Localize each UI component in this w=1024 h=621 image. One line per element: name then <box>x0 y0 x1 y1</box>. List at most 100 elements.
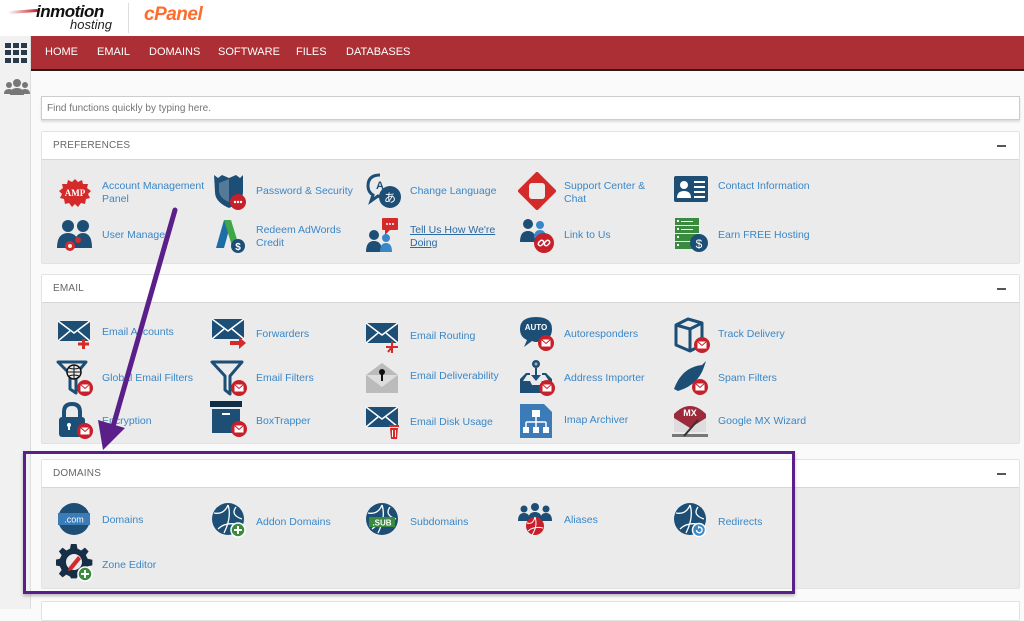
nav-files[interactable]: FILES <box>296 36 327 69</box>
item-label: Change Language <box>410 185 497 197</box>
item-label: Contact Information <box>718 180 810 192</box>
item-label: Aliases <box>564 514 598 526</box>
svg-text:AUTO: AUTO <box>525 323 548 332</box>
item-label: Password & Security <box>256 185 353 197</box>
item-user-manager[interactable]: User Manager <box>56 216 206 256</box>
nav-databases[interactable]: DATABASES <box>346 36 410 69</box>
item-autoresponders[interactable]: AUTO Autoresponders <box>518 315 668 355</box>
email-routing-icon <box>365 322 399 353</box>
amp-icon: AMP <box>59 179 91 207</box>
apps-grid-icon[interactable] <box>4 42 27 64</box>
item-email-routing[interactable]: Email Routing <box>364 319 514 359</box>
email-disk-icon <box>365 406 399 439</box>
item-google-mx-wizard[interactable]: MX Google MX Wizard <box>672 402 822 442</box>
item-email-accounts[interactable]: Email Accounts <box>56 315 206 355</box>
item-forwarders[interactable]: Forwarders <box>210 315 360 355</box>
item-redeem-adwords-credit[interactable]: $ Redeem AdWords Credit <box>210 216 360 256</box>
item-earn-free-hosting[interactable]: $ Earn FREE Hosting <box>672 216 822 256</box>
panel-header[interactable]: PREFERENCES <box>42 132 1019 160</box>
feedback-icon <box>366 218 398 252</box>
panel-title: EMAIL <box>53 283 85 294</box>
logo-text-hosting: hosting <box>70 17 112 32</box>
item-contact-information[interactable]: Contact Information <box>672 172 822 212</box>
item-label: Domains <box>102 514 144 526</box>
filter-icon <box>210 360 247 396</box>
globe-add-icon <box>212 503 246 538</box>
search-input[interactable] <box>41 96 1020 120</box>
item-email-deliverability[interactable]: Email Deliverability <box>364 359 514 399</box>
item-label: Email Accounts <box>102 326 174 338</box>
collapse-icon[interactable] <box>997 473 1006 475</box>
global-filter-icon <box>56 360 93 396</box>
item-link-to-us[interactable]: Link to Us <box>518 216 668 256</box>
item-change-language[interactable]: A あ Change Language <box>364 172 514 212</box>
domains-panel: DOMAINS .com Domains Addon Domains .SUB … <box>41 459 1020 589</box>
logo-swoosh <box>8 8 38 15</box>
item-label: Email Filters <box>256 372 314 384</box>
item-label: Google MX Wizard <box>718 415 807 427</box>
item-label: User Manager <box>102 229 169 241</box>
sidebar <box>0 36 31 609</box>
language-icon: A あ <box>366 173 401 208</box>
item-label: Spam Filters <box>718 372 777 384</box>
nav-home[interactable]: HOME <box>45 36 78 69</box>
item-spam-filters[interactable]: Spam Filters <box>672 359 822 399</box>
link-icon <box>520 219 554 253</box>
item-email-filters[interactable]: Email Filters <box>210 359 360 399</box>
item-label: Tell Us How We're Doing <box>410 224 496 249</box>
brand-bar: inmotion hosting cPanel <box>0 0 1024 36</box>
item-tell-us-how-were-doing[interactable]: Tell Us How We're Doing <box>364 216 514 256</box>
boxtrapper-icon <box>210 401 247 437</box>
contact-card-icon <box>674 176 708 202</box>
mx-wizard-icon: MX <box>672 406 708 437</box>
item-addon-domains[interactable]: Addon Domains <box>210 501 360 541</box>
item-label: Encryption <box>102 415 152 427</box>
item-label: Address Importer <box>564 372 645 384</box>
item-password-security[interactable]: Password & Security <box>210 172 360 212</box>
zone-editor-icon <box>56 544 93 582</box>
item-global-email-filters[interactable]: Global Email Filters <box>56 359 206 399</box>
nav-software[interactable]: SOFTWARE <box>218 36 280 69</box>
preferences-panel: PREFERENCES AMP Account Management Panel… <box>41 131 1020 264</box>
item-account-management-panel[interactable]: AMP Account Management Panel <box>56 174 206 214</box>
panel-header[interactable]: EMAIL <box>42 275 1019 303</box>
lock-icon <box>59 402 93 439</box>
item-label: Account Management Panel <box>102 180 205 205</box>
track-delivery-icon <box>674 317 710 353</box>
panel-header[interactable]: DOMAINS <box>42 460 1019 488</box>
item-track-delivery[interactable]: Track Delivery <box>672 315 822 355</box>
item-imap-archiver[interactable]: Imap Archiver <box>518 402 668 442</box>
email-panel: EMAIL Email Accounts Forwarders Email Ro… <box>41 274 1020 444</box>
item-aliases[interactable]: Aliases <box>518 501 668 541</box>
item-label: Track Delivery <box>718 328 785 340</box>
item-support-center-chat[interactable]: Support Center & Chat <box>518 172 668 212</box>
globe-sub-icon: .SUB <box>366 503 398 535</box>
svg-text:$: $ <box>235 242 241 253</box>
server-dollar-icon: $ <box>675 218 708 252</box>
nav-domains[interactable]: DOMAINS <box>149 36 200 69</box>
item-zone-editor[interactable]: Zone Editor <box>56 544 206 584</box>
support-icon <box>518 172 556 210</box>
inmotion-logo[interactable]: inmotion hosting <box>8 2 120 32</box>
nav-email[interactable]: EMAIL <box>97 36 130 69</box>
item-label: Imap Archiver <box>564 414 629 426</box>
svg-text:.SUB: .SUB <box>372 519 391 528</box>
item-boxtrapper[interactable]: BoxTrapper <box>210 400 360 440</box>
email-add-icon <box>57 320 91 349</box>
collapse-icon[interactable] <box>997 288 1006 290</box>
email-forward-icon <box>211 318 246 349</box>
item-subdomains[interactable]: .SUB Subdomains <box>364 501 514 541</box>
users-icon[interactable] <box>4 78 30 100</box>
item-label: Zone Editor <box>102 559 157 571</box>
shield-icon <box>214 175 246 210</box>
item-address-importer[interactable]: Address Importer <box>518 359 668 399</box>
item-email-disk-usage[interactable]: Email Disk Usage <box>364 405 514 445</box>
svg-text:$: $ <box>696 237 703 251</box>
cpanel-logo[interactable]: cPanel <box>144 4 203 26</box>
item-label: Addon Domains <box>256 516 331 528</box>
svg-text:MX: MX <box>683 408 697 418</box>
item-encryption[interactable]: Encryption <box>56 402 206 442</box>
item-redirects[interactable]: Redirects <box>672 501 822 541</box>
collapse-icon[interactable] <box>997 145 1006 147</box>
item-domains[interactable]: .com Domains <box>56 501 206 541</box>
